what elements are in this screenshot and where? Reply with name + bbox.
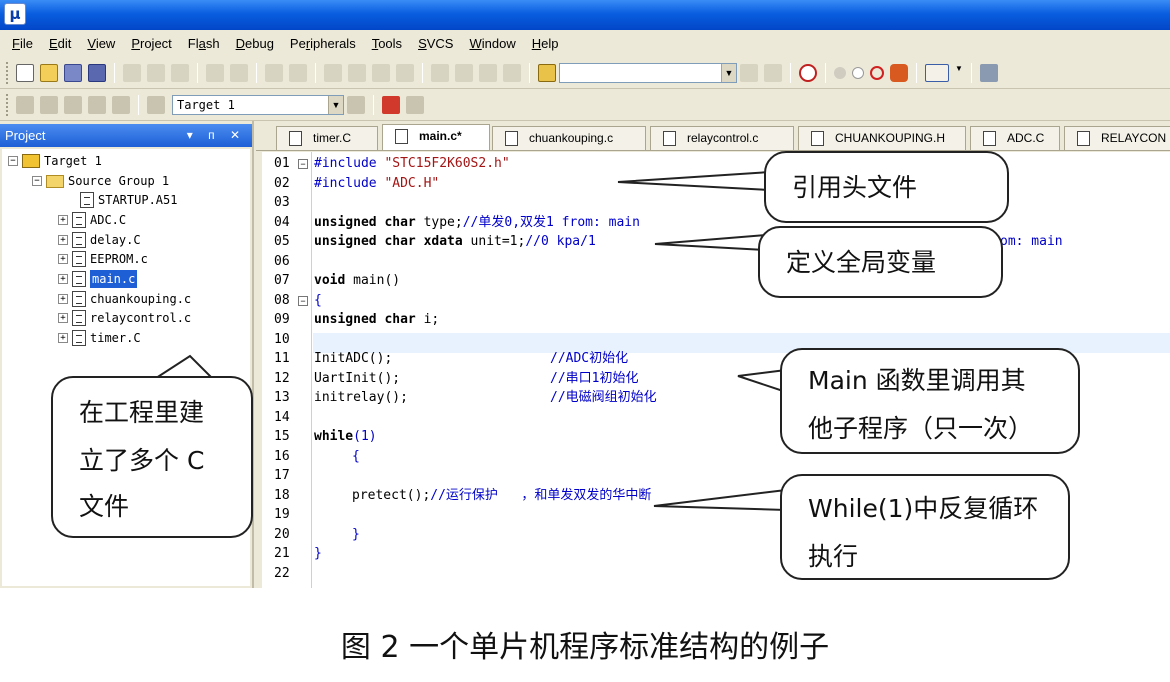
callout-pointer-globals bbox=[654, 233, 767, 252]
callout-text: 文件 bbox=[79, 492, 130, 521]
figure-caption: 图 2 一个单片机程序标准结构的例子 bbox=[340, 630, 830, 665]
callout-text: 引用头文件 bbox=[792, 173, 918, 202]
callout-global-vars: 定义全局变量 bbox=[758, 226, 1003, 298]
callout-multiple-c-files: 在工程里建 立了多个 C 文件 bbox=[51, 376, 253, 538]
callout-pointer-while bbox=[653, 488, 787, 512]
callout-pointer-header bbox=[617, 170, 771, 192]
callout-while-loop: While(1)中反复循环 执行 bbox=[780, 474, 1070, 580]
callout-text: 他子程序（只一次） bbox=[808, 414, 1034, 443]
callout-text: 执行 bbox=[808, 542, 859, 571]
callout-main-function: Main 函数里调用其 他子程序（只一次） bbox=[780, 348, 1080, 454]
callout-text: 在工程里建 bbox=[79, 398, 205, 427]
callout-text: While(1)中反复循环 bbox=[808, 494, 1039, 523]
callout-text: Main 函数里调用其 bbox=[808, 366, 1026, 395]
callout-header-files: 引用头文件 bbox=[764, 151, 1009, 223]
callout-pointer-main bbox=[737, 368, 787, 394]
callout-text: 立了多个 C bbox=[79, 446, 205, 475]
callout-text: 定义全局变量 bbox=[786, 248, 937, 277]
